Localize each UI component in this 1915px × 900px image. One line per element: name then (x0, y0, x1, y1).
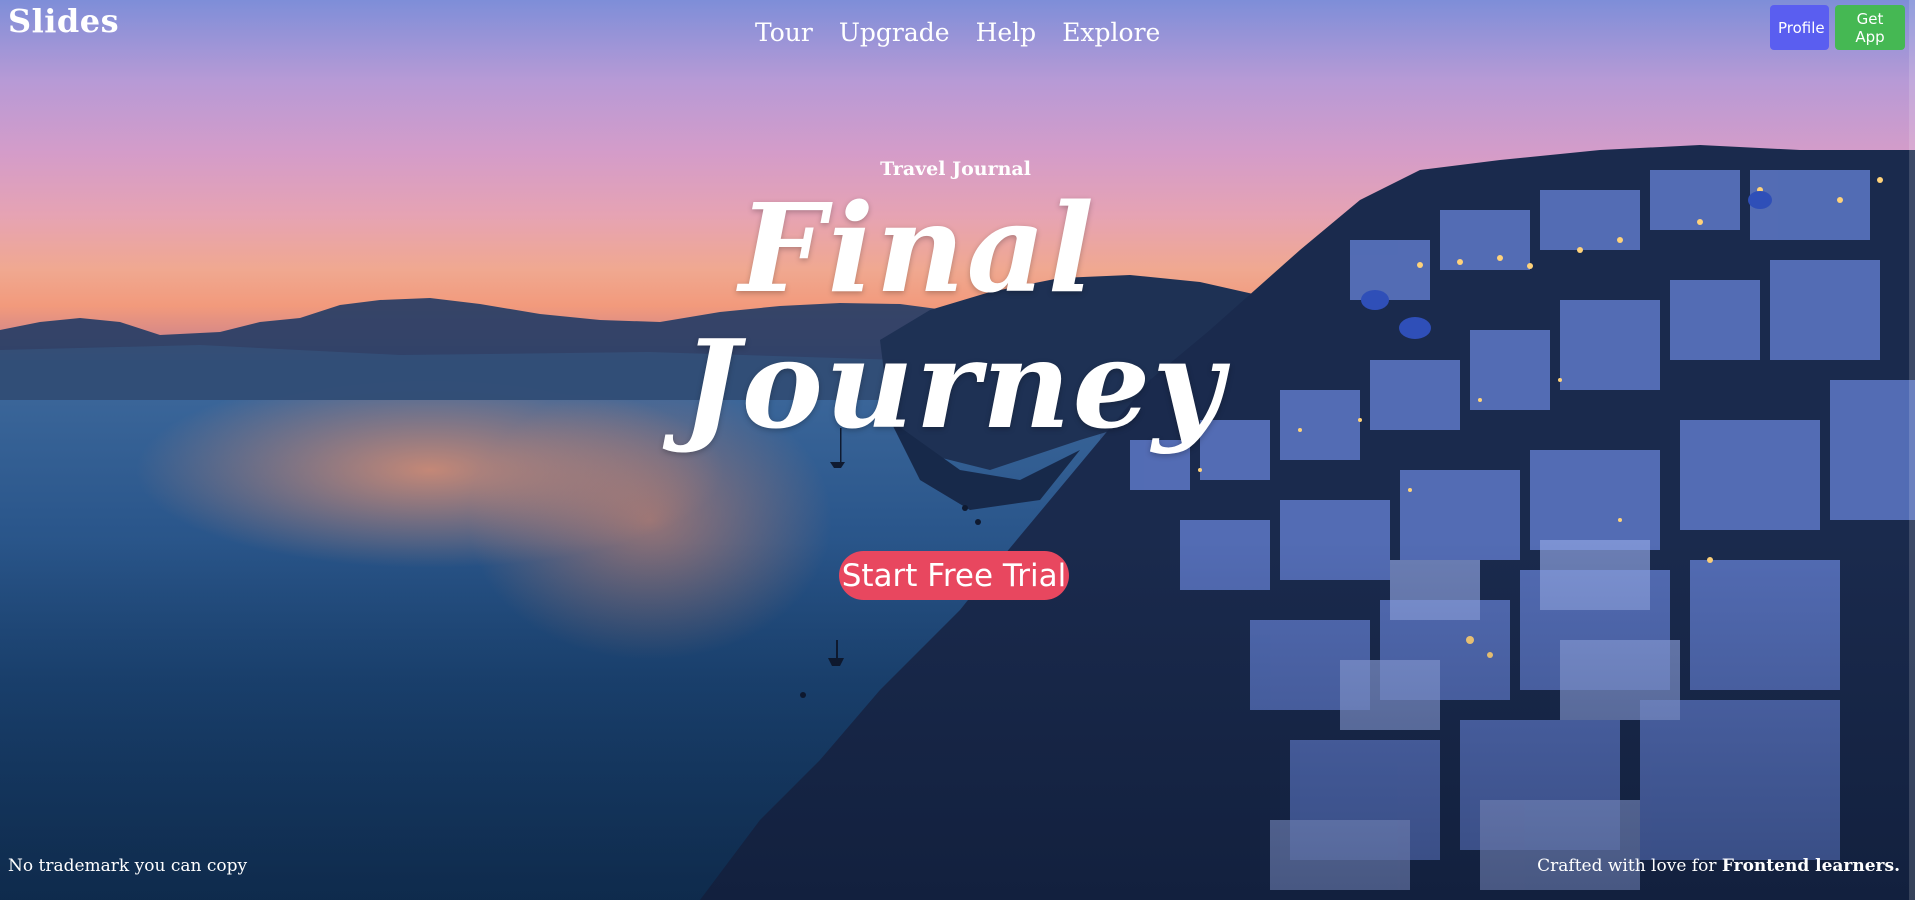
footer-credit-emphasis: Frontend learners. (1721, 856, 1900, 876)
profile-button[interactable]: Profile (1770, 5, 1829, 50)
hero-title-line2: Journey (681, 312, 1226, 456)
footer-credit: Crafted with love for Frontend learners. (1537, 856, 1900, 876)
hero-title: Final Journey (0, 180, 1915, 452)
get-app-button[interactable]: Get App (1835, 5, 1905, 50)
landing-page: Slides Tour Upgrade Help Explore Profile… (0, 0, 1915, 900)
footer-credit-prefix: Crafted with love for (1537, 856, 1722, 876)
nav-link-help[interactable]: Help (976, 18, 1037, 47)
page-scrollbar[interactable] (1909, 0, 1915, 900)
start-free-trial-button[interactable]: Start Free Trial (839, 551, 1069, 600)
hero-title-line1: Final (738, 176, 1097, 320)
nav-link-tour[interactable]: Tour (755, 18, 813, 47)
brand-logo[interactable]: Slides (8, 2, 119, 40)
nav-link-explore[interactable]: Explore (1062, 18, 1160, 47)
header-actions: Profile Get App (1770, 5, 1905, 50)
footer-disclaimer: No trademark you can copy (8, 856, 248, 876)
main-nav: Tour Upgrade Help Explore (755, 18, 1160, 47)
nav-link-upgrade[interactable]: Upgrade (839, 18, 950, 47)
